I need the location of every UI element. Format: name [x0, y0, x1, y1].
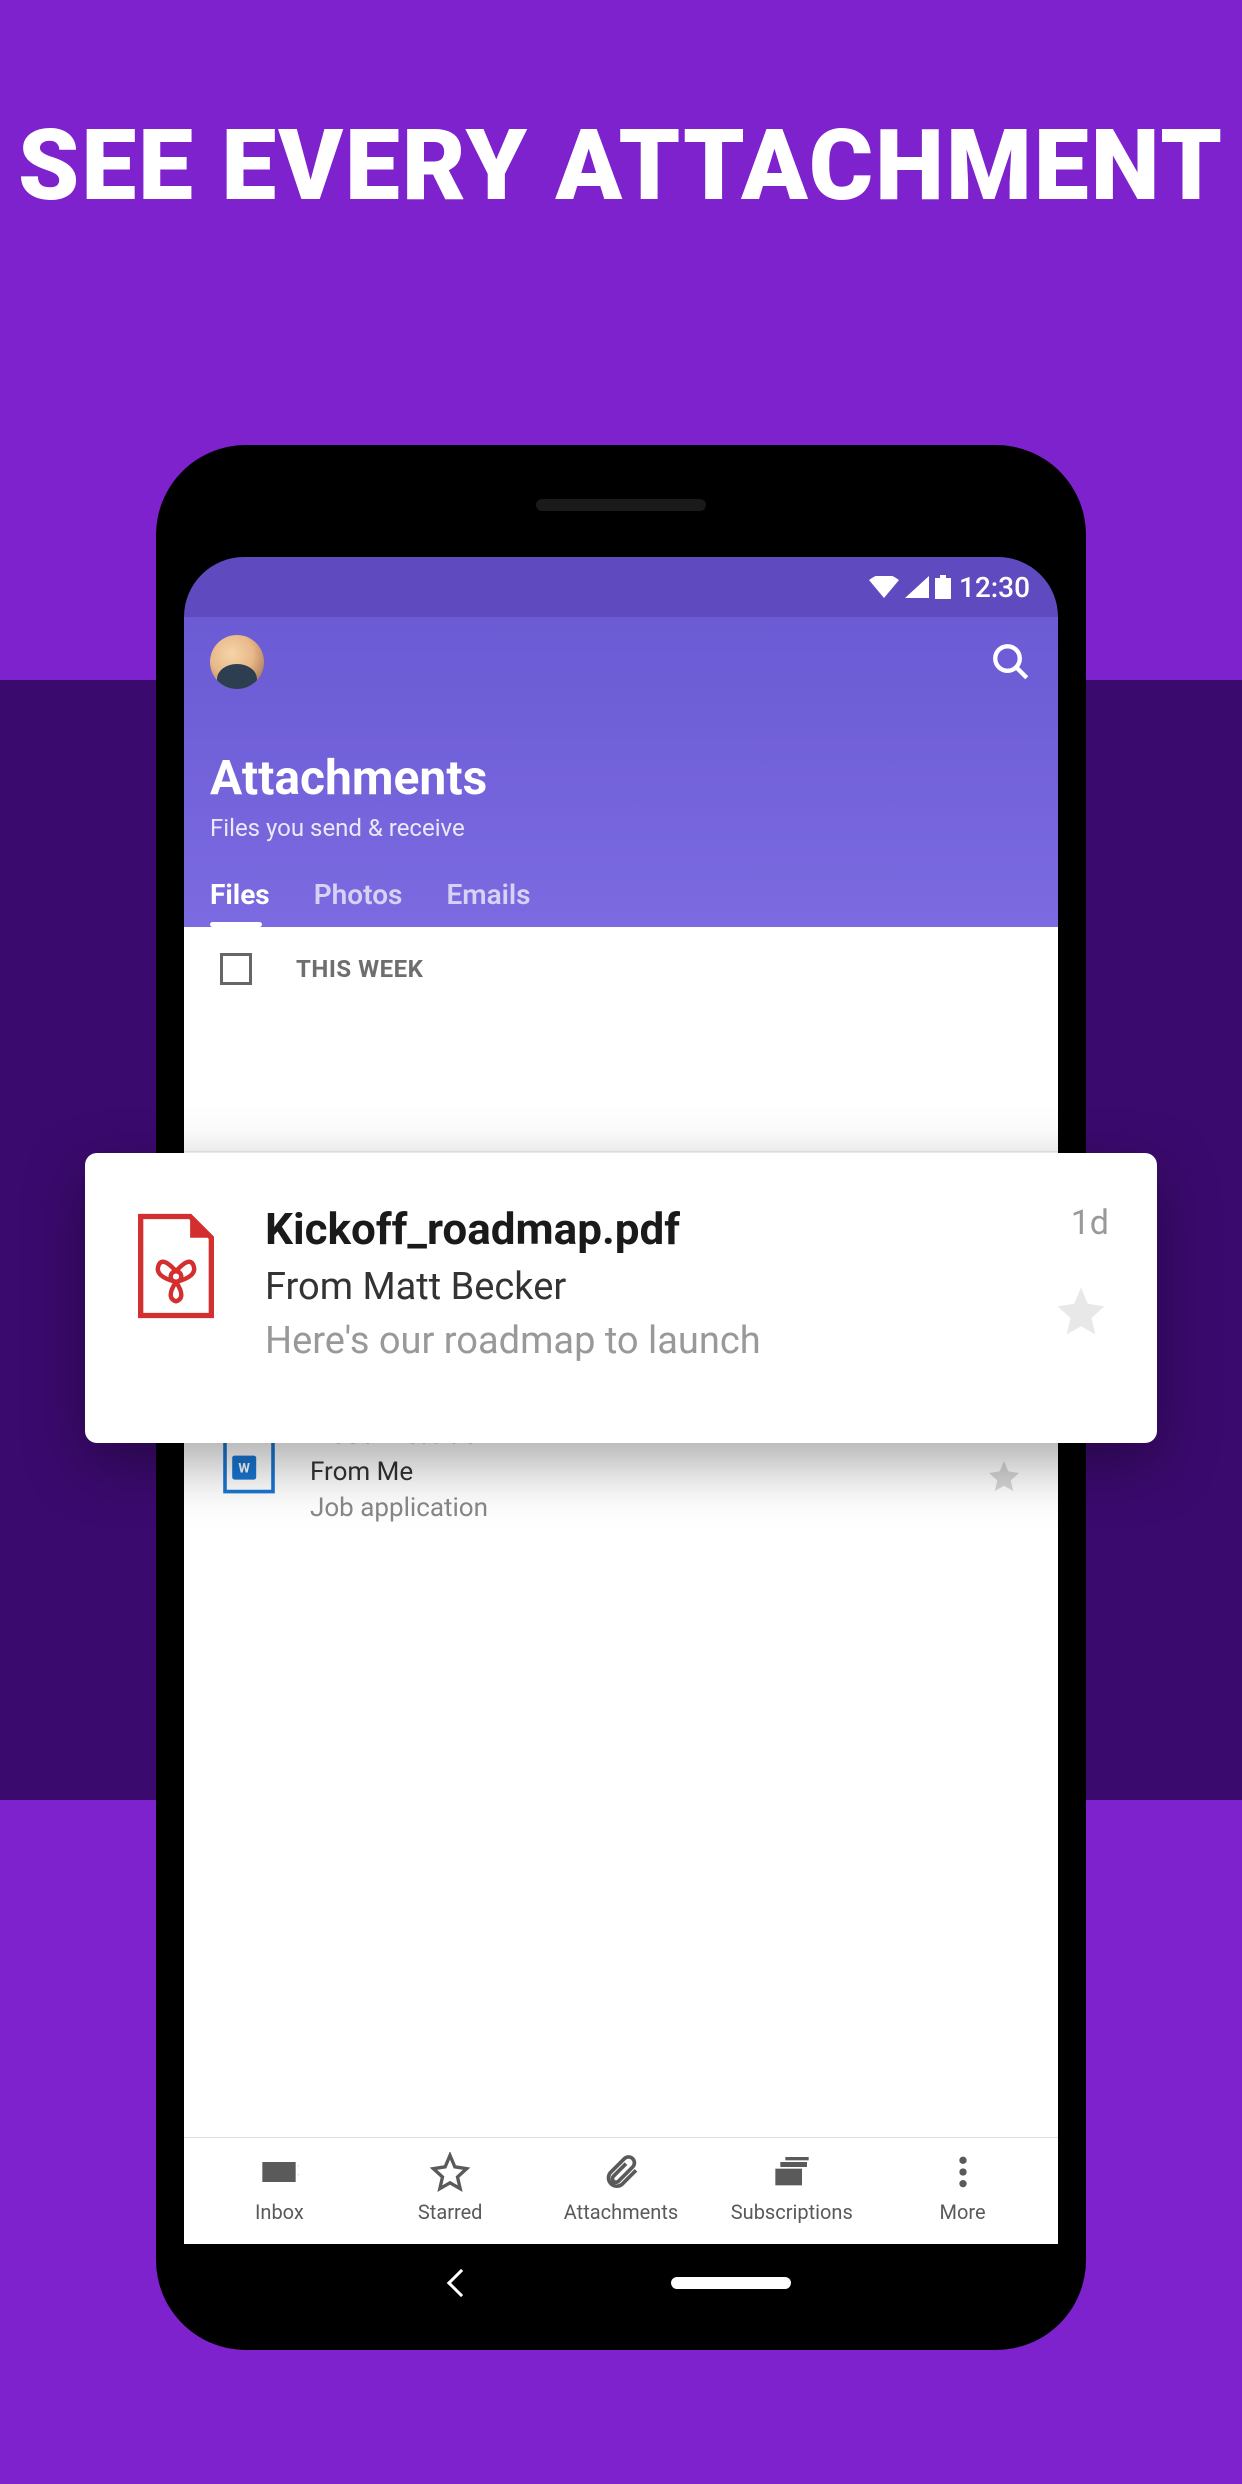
tab-photos[interactable]: Photos	[314, 878, 403, 927]
wifi-icon	[869, 576, 899, 598]
pdf-icon	[133, 1213, 219, 1319]
nav-label: More	[940, 2200, 986, 2224]
status-time: 12:30	[959, 571, 1030, 604]
star-icon[interactable]	[986, 1458, 1022, 1494]
select-all-checkbox[interactable]	[220, 953, 252, 985]
more-icon	[943, 2152, 983, 2192]
app-header: Attachments Files you send & receive Fil…	[184, 617, 1058, 927]
phone-speaker	[536, 499, 706, 511]
spacer	[184, 1011, 1058, 1151]
nav-label: Inbox	[255, 2200, 304, 2224]
bottom-nav: Inbox Starred Attachments Subscriptions …	[184, 2137, 1058, 2244]
nav-label: Starred	[418, 2200, 483, 2224]
section-label: THIS WEEK	[296, 955, 423, 983]
nav-attachments[interactable]: Attachments	[536, 2152, 707, 2224]
nav-inbox[interactable]: Inbox	[194, 2152, 365, 2224]
battery-icon	[935, 575, 951, 599]
svg-text:W: W	[238, 1461, 250, 1476]
nav-label: Attachments	[564, 2200, 678, 2224]
stack-icon	[772, 2152, 812, 2192]
home-button[interactable]	[671, 2277, 791, 2289]
paperclip-icon	[601, 2152, 641, 2192]
featured-from: From Matt Becker	[265, 1265, 1007, 1309]
star-icon[interactable]	[1053, 1283, 1109, 1339]
content-area: THIS WEEK Cucumber_salad.pdf From Reese …	[184, 927, 1058, 2137]
featured-date: 1d	[1071, 1203, 1109, 1243]
page-subtitle: Files you send & receive	[210, 814, 1032, 842]
tab-files[interactable]: Files	[210, 878, 270, 927]
signal-icon	[905, 576, 929, 598]
nav-starred[interactable]: Starred	[365, 2152, 536, 2224]
page-title: Attachments	[210, 749, 1032, 806]
status-bar: 12:30	[184, 557, 1058, 617]
android-nav-bar	[184, 2244, 1058, 2322]
nav-more[interactable]: More	[877, 2152, 1048, 2224]
item-snippet: Job application	[310, 1493, 889, 1523]
nav-subscriptions[interactable]: Subscriptions	[706, 2152, 877, 2224]
back-button[interactable]	[447, 2269, 475, 2297]
featured-snippet: Here's our roadmap to launch	[265, 1319, 1007, 1363]
promo-headline: SEE EVERY ATTACHMENT	[0, 115, 1242, 218]
tabs: Files Photos Emails	[210, 878, 1032, 927]
tab-emails[interactable]: Emails	[446, 878, 530, 927]
search-icon[interactable]	[990, 641, 1032, 683]
star-outline-icon	[430, 2152, 470, 2192]
featured-attachment-card[interactable]: Kickoff_roadmap.pdf From Matt Becker Her…	[85, 1153, 1157, 1443]
featured-title: Kickoff_roadmap.pdf	[265, 1203, 1007, 1255]
inbox-icon	[259, 2152, 299, 2192]
section-header: THIS WEEK	[184, 927, 1058, 1011]
nav-label: Subscriptions	[731, 2200, 853, 2224]
item-from: From Me	[310, 1457, 889, 1487]
avatar[interactable]	[210, 635, 264, 689]
